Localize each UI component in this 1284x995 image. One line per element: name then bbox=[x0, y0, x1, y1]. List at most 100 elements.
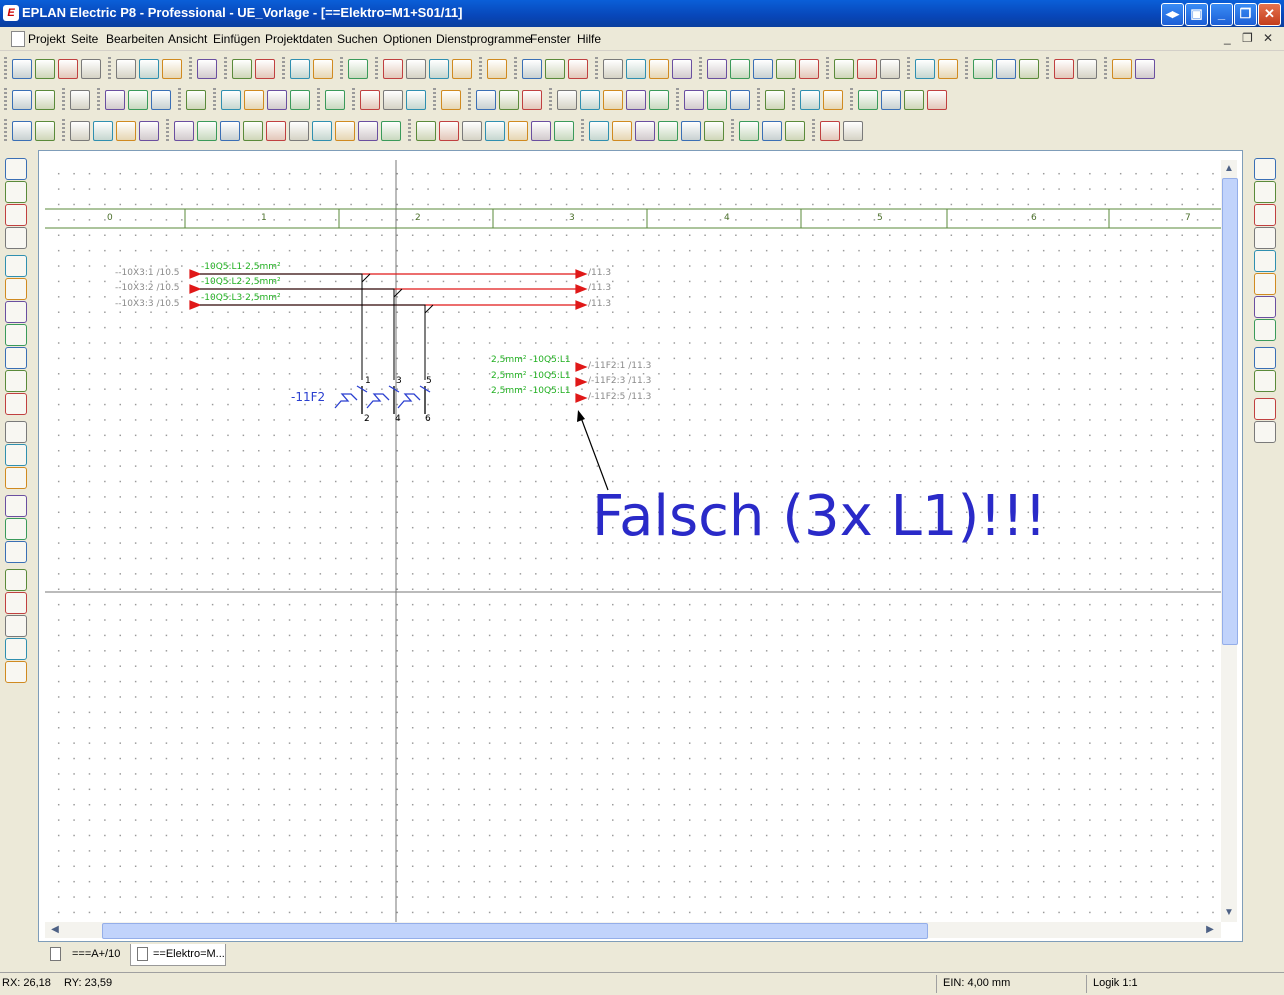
toolbar-grip[interactable] bbox=[965, 57, 968, 79]
toolbar-tool-icon[interactable] bbox=[776, 59, 796, 79]
scroll-right-icon[interactable]: ▶ bbox=[1203, 923, 1217, 937]
drawing-tool-icon[interactable] bbox=[5, 158, 27, 180]
toolbar-grip[interactable] bbox=[352, 88, 355, 110]
toolbar-grip[interactable] bbox=[581, 119, 584, 141]
toolbar-tool-icon[interactable] bbox=[116, 121, 136, 141]
toolbar-tool-icon[interactable] bbox=[290, 90, 310, 110]
toolbar-tool-icon[interactable] bbox=[843, 121, 863, 141]
toolbar-tool-icon[interactable] bbox=[116, 59, 136, 79]
drawing-tool-icon[interactable] bbox=[5, 393, 27, 415]
toolbar-tool-icon[interactable] bbox=[485, 121, 505, 141]
toolbar-tool-icon[interactable] bbox=[383, 59, 403, 79]
toolbar-grip[interactable] bbox=[4, 57, 7, 79]
toolbar-tool-icon[interactable] bbox=[35, 59, 55, 79]
toolbar-tool-icon[interactable] bbox=[580, 90, 600, 110]
drawing-tool-icon[interactable] bbox=[5, 638, 27, 660]
toolbar-tool-icon[interactable] bbox=[626, 90, 646, 110]
toolbar-tool-icon[interactable] bbox=[325, 90, 345, 110]
toolbar-tool-icon[interactable] bbox=[762, 121, 782, 141]
toolbar-tool-icon[interactable] bbox=[58, 59, 78, 79]
toolbar-grip[interactable] bbox=[549, 88, 552, 110]
toolbar-tool-icon[interactable] bbox=[12, 121, 32, 141]
drawing-tool-icon[interactable] bbox=[1254, 296, 1276, 318]
drawing-tool-icon[interactable] bbox=[5, 347, 27, 369]
toolbar-tool-icon[interactable] bbox=[880, 59, 900, 79]
toolbar-tool-icon[interactable] bbox=[312, 121, 332, 141]
minimize-button[interactable]: _ bbox=[1210, 3, 1233, 26]
toolbar-tool-icon[interactable] bbox=[684, 90, 704, 110]
toolbar-tool-icon[interactable] bbox=[508, 121, 528, 141]
page-tab-1[interactable]: ===A+/10 bbox=[44, 944, 134, 965]
toolbar-grip[interactable] bbox=[1046, 57, 1049, 79]
drawing-tool-icon[interactable] bbox=[5, 569, 27, 591]
toolbar-tool-icon[interactable] bbox=[35, 90, 55, 110]
toolbar-tool-icon[interactable] bbox=[476, 90, 496, 110]
scroll-left-icon[interactable]: ◀ bbox=[48, 923, 62, 937]
toolbar-tool-icon[interactable] bbox=[12, 59, 32, 79]
toolbar-tool-icon[interactable] bbox=[439, 121, 459, 141]
toolbar-grip[interactable] bbox=[317, 88, 320, 110]
drawing-tool-icon[interactable] bbox=[1254, 273, 1276, 295]
drawing-tool-icon[interactable] bbox=[1254, 158, 1276, 180]
toolbar-tool-icon[interactable] bbox=[499, 90, 519, 110]
menu-bearbeiten[interactable]: Bearbeiten bbox=[106, 32, 164, 46]
toolbar-tool-icon[interactable] bbox=[232, 59, 252, 79]
schematic-canvas[interactable]: --10X3:1 /10.5 --10X3:2 /10.5 --10X3:3 /… bbox=[45, 160, 1221, 922]
toolbar-grip[interactable] bbox=[676, 88, 679, 110]
toolbar-tool-icon[interactable] bbox=[221, 90, 241, 110]
toolbar-grip[interactable] bbox=[340, 57, 343, 79]
toolbar-tool-icon[interactable] bbox=[765, 90, 785, 110]
menu-hilfe[interactable]: Hilfe bbox=[577, 32, 601, 46]
toolbar-tool-icon[interactable] bbox=[383, 90, 403, 110]
toolbar-tool-icon[interactable] bbox=[220, 121, 240, 141]
drawing-tool-icon[interactable] bbox=[1254, 421, 1276, 443]
toolbar-grip[interactable] bbox=[479, 57, 482, 79]
toolbar-tool-icon[interactable] bbox=[244, 90, 264, 110]
toolbar-grip[interactable] bbox=[62, 88, 65, 110]
toolbar-tool-icon[interactable] bbox=[904, 90, 924, 110]
drawing-tool-icon[interactable] bbox=[5, 324, 27, 346]
menu-fenster[interactable]: Fenster bbox=[530, 32, 571, 46]
toolbar-grip[interactable] bbox=[62, 119, 65, 141]
toolbar-grip[interactable] bbox=[699, 57, 702, 79]
toolbar-tool-icon[interactable] bbox=[290, 59, 310, 79]
toolbar-grip[interactable] bbox=[97, 88, 100, 110]
toolbar-grip[interactable] bbox=[178, 88, 181, 110]
drawing-tool-icon[interactable] bbox=[5, 541, 27, 563]
scroll-up-icon[interactable]: ▲ bbox=[1222, 162, 1236, 176]
toolbar-grip[interactable] bbox=[812, 119, 815, 141]
toolbar-tool-icon[interactable] bbox=[739, 121, 759, 141]
drawing-tool-icon[interactable] bbox=[5, 495, 27, 517]
toolbar-tool-icon[interactable] bbox=[915, 59, 935, 79]
toolbar-tool-icon[interactable] bbox=[197, 59, 217, 79]
toolbar-tool-icon[interactable] bbox=[545, 59, 565, 79]
toolbar-tool-icon[interactable] bbox=[672, 59, 692, 79]
toolbar-tool-icon[interactable] bbox=[834, 59, 854, 79]
toolbar-tool-icon[interactable] bbox=[162, 59, 182, 79]
toolbar-tool-icon[interactable] bbox=[603, 59, 623, 79]
drawing-tool-icon[interactable] bbox=[5, 278, 27, 300]
mdi-minimize-icon[interactable]: _ bbox=[1224, 31, 1231, 45]
toolbar-tool-icon[interactable] bbox=[487, 59, 507, 79]
toolbar-tool-icon[interactable] bbox=[462, 121, 482, 141]
toolbar-tool-icon[interactable] bbox=[93, 121, 113, 141]
toolbar-tool-icon[interactable] bbox=[81, 59, 101, 79]
page-tab-2[interactable]: ==Elektro=M... bbox=[130, 944, 226, 966]
drawing-tool-icon[interactable] bbox=[5, 370, 27, 392]
toolbar-tool-icon[interactable] bbox=[823, 90, 843, 110]
toolbar-tool-icon[interactable] bbox=[730, 59, 750, 79]
toolbar-tool-icon[interactable] bbox=[452, 59, 472, 79]
toolbar-tool-icon[interactable] bbox=[255, 59, 275, 79]
toolbar-tool-icon[interactable] bbox=[267, 90, 287, 110]
toolbar-grip[interactable] bbox=[826, 57, 829, 79]
toolbar-tool-icon[interactable] bbox=[881, 90, 901, 110]
drawing-tool-icon[interactable] bbox=[5, 421, 27, 443]
toolbar-tool-icon[interactable] bbox=[266, 121, 286, 141]
menu-projektdaten[interactable]: Projektdaten bbox=[265, 32, 332, 46]
toolbar-tool-icon[interactable] bbox=[938, 59, 958, 79]
toolbar-tool-icon[interactable] bbox=[360, 90, 380, 110]
toolbar-tool-icon[interactable] bbox=[441, 90, 461, 110]
toolbar-tool-icon[interactable] bbox=[105, 90, 125, 110]
toolbar-grip[interactable] bbox=[514, 57, 517, 79]
toolbar-grip[interactable] bbox=[224, 57, 227, 79]
